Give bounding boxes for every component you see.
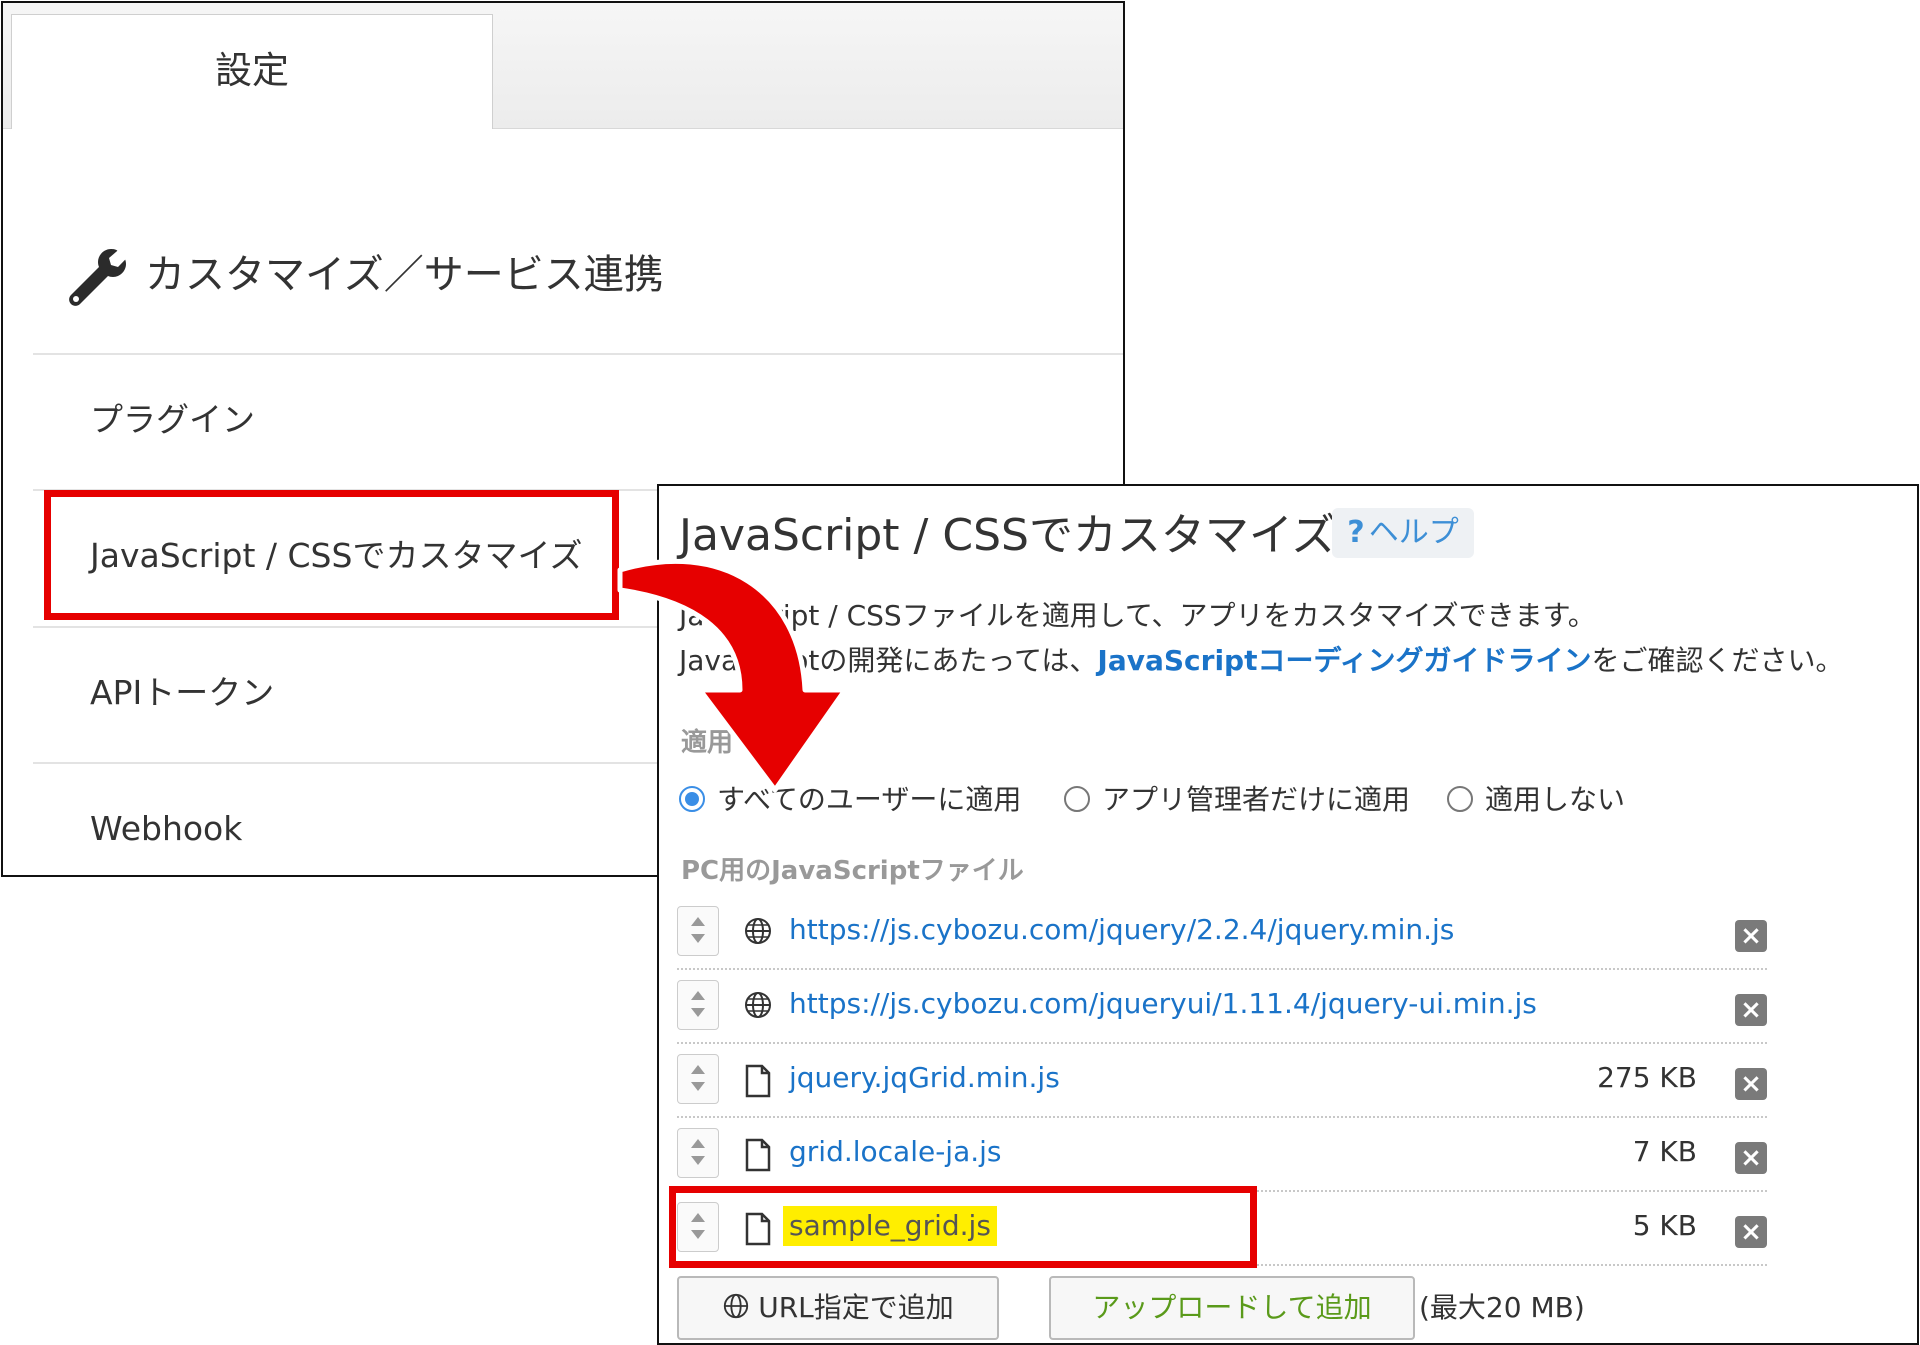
file-size: 5 KB xyxy=(1632,1209,1697,1242)
delete-file-button[interactable]: × xyxy=(1735,1142,1767,1174)
coding-guideline-link[interactable]: JavaScriptコーディングガイドライン xyxy=(1097,644,1591,677)
menu-item-plugin[interactable]: プラグイン xyxy=(90,395,255,445)
sort-handle[interactable] xyxy=(677,980,719,1030)
section-title-text: カスタマイズ／サービス連携 xyxy=(145,252,664,298)
globe-icon xyxy=(724,1293,749,1319)
sort-handle[interactable] xyxy=(677,1128,719,1178)
globe-icon xyxy=(745,918,771,944)
file-link[interactable]: https://js.cybozu.com/jquery/2.2.4/jquer… xyxy=(789,910,1454,950)
description-line-2-post: をご確認ください。 xyxy=(1591,644,1844,677)
help-icon: ? xyxy=(1347,515,1365,550)
radio-do-not-apply[interactable]: 適用しない xyxy=(1447,780,1625,820)
file-size: 275 KB xyxy=(1597,1061,1697,1094)
sort-down-icon xyxy=(691,1008,705,1017)
file-link[interactable]: grid.locale-ja.js xyxy=(789,1132,1002,1172)
upload-button[interactable]: アップロードして追加 xyxy=(1049,1276,1415,1340)
radio-unchecked-icon xyxy=(1447,786,1473,812)
highlight-box-js-css-menu xyxy=(44,490,619,620)
upload-label: アップロードして追加 xyxy=(1092,1291,1372,1324)
delete-file-button[interactable]: × xyxy=(1735,994,1767,1026)
delete-file-button[interactable]: × xyxy=(1735,1216,1767,1248)
highlight-box-sample-file xyxy=(669,1186,1257,1268)
help-button[interactable]: ? ヘルプ xyxy=(1332,508,1474,558)
sort-down-icon xyxy=(691,934,705,943)
globe-icon xyxy=(745,992,771,1018)
max-size-note: (最大20 MB) xyxy=(1419,1291,1585,1324)
radio-admins-only[interactable]: アプリ管理者だけに適用 xyxy=(1064,780,1410,820)
radio-do-not-apply-label: 適用しない xyxy=(1485,783,1626,816)
tab-bar: 設定 xyxy=(3,3,1123,129)
wrench-icon xyxy=(69,249,126,306)
add-url-label: URL指定で追加 xyxy=(758,1291,954,1324)
file-size: 7 KB xyxy=(1632,1135,1697,1168)
add-url-button[interactable]: URL指定で追加 xyxy=(677,1276,999,1340)
sort-handle[interactable] xyxy=(677,906,719,956)
file-row: grid.locale-ja.js 7 KB × xyxy=(677,1118,1767,1192)
sort-up-icon xyxy=(691,1139,705,1148)
sort-up-icon xyxy=(691,917,705,926)
sort-down-icon xyxy=(691,1156,705,1165)
sort-up-icon xyxy=(691,991,705,1000)
radio-unchecked-icon xyxy=(1064,786,1090,812)
help-label: ヘルプ xyxy=(1368,515,1459,550)
delete-file-button[interactable]: × xyxy=(1735,920,1767,952)
sort-down-icon xyxy=(691,1082,705,1091)
file-link[interactable]: https://js.cybozu.com/jqueryui/1.11.4/jq… xyxy=(789,984,1537,1024)
menu-item-api-token[interactable]: APIトークン xyxy=(90,668,274,718)
file-row: jquery.jqGrid.min.js 275 KB × xyxy=(677,1044,1767,1118)
sort-handle[interactable] xyxy=(677,1054,719,1104)
tab-settings[interactable]: 設定 xyxy=(11,14,493,129)
file-link[interactable]: jquery.jqGrid.min.js xyxy=(789,1058,1060,1098)
pc-js-files-label: PC用のJavaScriptファイル xyxy=(681,856,1024,886)
file-icon xyxy=(745,1064,771,1098)
sort-up-icon xyxy=(691,1065,705,1074)
file-row: https://js.cybozu.com/jquery/2.2.4/jquer… xyxy=(677,896,1767,970)
red-arrow-icon xyxy=(617,559,848,793)
file-row: https://js.cybozu.com/jqueryui/1.11.4/jq… xyxy=(677,970,1767,1044)
file-icon xyxy=(745,1138,771,1172)
delete-file-button[interactable]: × xyxy=(1735,1068,1767,1100)
radio-admins-only-label: アプリ管理者だけに適用 xyxy=(1102,783,1411,816)
menu-item-webhook[interactable]: Webhook xyxy=(90,804,242,854)
menu-divider xyxy=(33,353,1123,355)
